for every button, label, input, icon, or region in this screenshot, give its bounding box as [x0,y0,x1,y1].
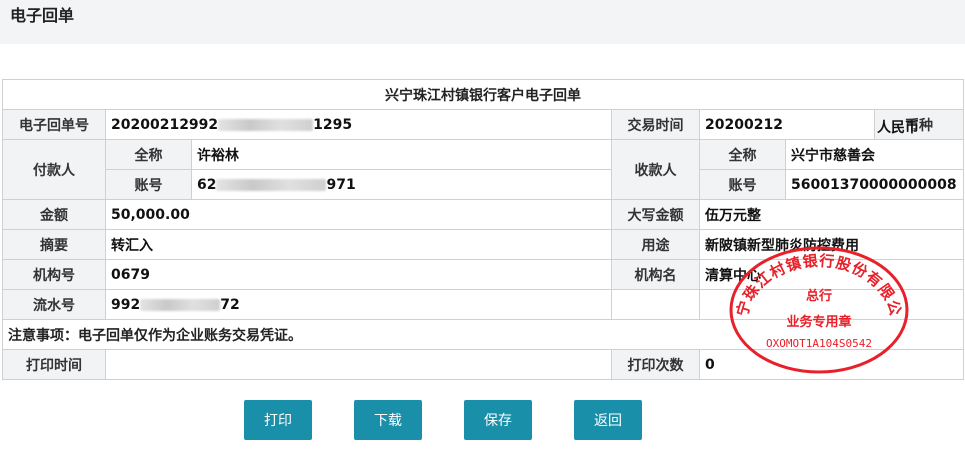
redacted-mask [140,298,221,311]
amount-upper-value: 伍万元整 [699,199,964,230]
redacted-mask [218,118,314,131]
payee-account-label: 账号 [699,169,786,200]
amount-label: 金额 [2,199,106,230]
serial-blank-label [611,289,700,320]
receipt-no-value: 20200212992 1295 [105,109,612,140]
receipt-no-prefix: 20200212992 [111,116,219,133]
payer-name-value: 许裕林 [191,139,612,170]
note-text: 注意事项：电子回单仅作为企业账务交易凭证。 [2,319,964,350]
print-count-value: 0 [699,349,964,380]
payee-label: 收款人 [611,139,700,200]
org-name-label: 机构名 [611,259,700,290]
print-count-label: 打印次数 [611,349,700,380]
top-bar: 电子回单 [0,0,965,44]
download-button[interactable]: 下载 [354,400,422,440]
purpose-label: 用途 [611,229,700,260]
receipt-caption: 兴宁珠江村镇银行客户电子回单 [2,79,964,110]
amount-upper-label: 大写金额 [611,199,700,230]
payer-account-prefix: 62 [197,176,217,193]
print-time-label: 打印时间 [2,349,106,380]
receipt-no-label: 电子回单号 [2,109,106,140]
purpose-value: 新陂镇新型肺炎防控费用 [699,229,964,260]
back-button[interactable]: 返回 [574,400,642,440]
summary-label: 摘要 [2,229,106,260]
payee-account-value: 56001370000000008 [785,169,964,200]
payee-name-label: 全称 [699,139,786,170]
org-name-value: 清算中心 [699,259,964,290]
payee-name-value: 兴宁市慈善会 [785,139,964,170]
trade-time-value: 20200212 [699,109,875,140]
receipt-table: 兴宁珠江村镇银行客户电子回单 电子回单号 20200212992 1295 交易时… [2,79,964,380]
serial-blank-value [699,289,964,320]
serial-label: 流水号 [2,289,106,320]
redacted-mask [216,178,327,191]
receipt-no-suffix: 1295 [313,116,353,133]
amount-value: 50,000.00 [105,199,612,230]
page-title: 电子回单 [10,6,75,25]
org-no-label: 机构号 [2,259,106,290]
print-button[interactable]: 打印 [244,400,312,440]
summary-value: 转汇入 [105,229,612,260]
serial-prefix: 992 [111,296,141,313]
payer-account-label: 账号 [105,169,192,200]
serial-value: 992 72 [105,289,612,320]
serial-suffix: 72 [220,296,240,313]
payer-label: 付款人 [2,139,106,200]
org-no-value: 0679 [105,259,612,290]
trade-time-label: 交易时间 [611,109,700,140]
print-time-value [105,349,612,380]
currency-value: 人民币 [877,120,919,136]
save-button[interactable]: 保存 [464,400,532,440]
payer-account-value: 62 971 [191,169,612,200]
payer-account-suffix: 971 [326,176,356,193]
payer-name-label: 全称 [105,139,192,170]
